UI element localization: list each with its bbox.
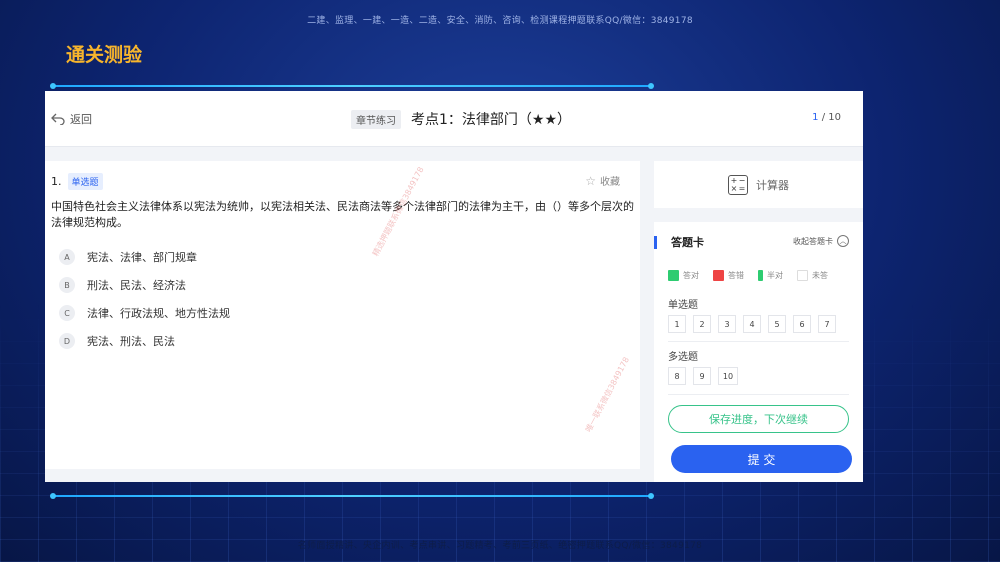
star-icon: ☆ (585, 173, 596, 188)
divider (668, 394, 849, 395)
answer-card: 答题卡 收起答题卡 ︿ 答对 答错 半对 未答 单选题 1 2 3 4 5 6 … (654, 222, 863, 482)
multi-choice-numbers: 8 9 10 (668, 367, 738, 385)
question-number: 1. (51, 175, 62, 188)
question-text: 中国特色社会主义法律体系以宪法为统帅，以宪法相关法、民法商法等多个法律部门的法律… (51, 200, 634, 229)
option-letter: C (59, 305, 75, 321)
section-title: 考点1：法律部门（★★） (411, 112, 572, 128)
watermark-text: 唯一联系微信3849178 (583, 355, 632, 434)
option-a[interactable]: A 宪法、法律、部门规章 (59, 243, 230, 271)
chapter-tag: 章节练习 (351, 109, 401, 129)
option-letter: D (59, 333, 75, 349)
back-label: 返回 (70, 113, 92, 126)
question-nav-button[interactable]: 2 (693, 315, 711, 333)
question-nav-button[interactable]: 5 (768, 315, 786, 333)
option-b[interactable]: B 刑法、民法、经济法 (59, 271, 230, 299)
decorative-line-top (50, 83, 654, 89)
question-nav-button[interactable]: 8 (668, 367, 686, 385)
swatch-unanswered (797, 270, 808, 281)
question-header: 1. 单选题 (51, 173, 103, 190)
legend-label: 答对 (683, 271, 699, 280)
question-nav-button[interactable]: 6 (793, 315, 811, 333)
option-c[interactable]: C 法律、行政法规、地方性法规 (59, 299, 230, 327)
header-bar: 返回 章节练习 考点1：法律部门（★★） 1 / 10 (45, 91, 863, 147)
calc-glyph: = (738, 183, 746, 193)
single-choice-label: 单选题 (668, 300, 698, 311)
calculator-icon: + − × = (728, 174, 748, 195)
calculator-button[interactable]: + − × = 计算器 (654, 161, 863, 208)
option-d[interactable]: D 宪法、刑法、民法 (59, 327, 230, 355)
bottom-banner: 名师面授精讲、央企内训、考点串讲、习题精考、考前三页纸、绝密押题联系QQ/微信：… (297, 541, 703, 551)
question-nav-button[interactable]: 7 (818, 315, 836, 333)
legend-label: 半对 (767, 271, 783, 280)
submit-button[interactable]: 提 交 (671, 445, 852, 473)
calculator-label: 计算器 (756, 178, 789, 192)
collapse-answer-card-button[interactable]: 收起答题卡 ︿ (793, 235, 849, 247)
quiz-panel: 返回 章节练习 考点1：法律部门（★★） 1 / 10 1. 单选题 ☆ 收藏 … (45, 91, 863, 482)
option-text: 宪法、刑法、民法 (87, 335, 175, 348)
option-letter: B (59, 277, 75, 293)
top-banner: 二建、监理、一建、一造、二造、安全、消防、咨询、检测课程押题联系QQ/微信：38… (307, 16, 693, 26)
question-nav-button[interactable]: 4 (743, 315, 761, 333)
legend-label: 未答 (812, 271, 828, 280)
question-card: 1. 单选题 ☆ 收藏 中国特色社会主义法律体系以宪法为统帅，以宪法相关法、民法… (45, 161, 640, 469)
option-text: 刑法、民法、经济法 (87, 279, 186, 292)
question-nav-button[interactable]: 1 (668, 315, 686, 333)
legend-unanswered: 未答 (797, 270, 828, 281)
title-area: 章节练习 考点1：法律部门（★★） (351, 109, 571, 129)
divider (668, 341, 849, 342)
favorite-button[interactable]: ☆ 收藏 (585, 173, 620, 189)
legend-label: 答错 (728, 271, 744, 280)
swatch-correct (668, 270, 679, 281)
collapse-label: 收起答题卡 (793, 236, 833, 246)
answer-legend: 答对 答错 半对 未答 (668, 270, 828, 281)
legend-wrong: 答错 (713, 270, 744, 281)
question-nav-button[interactable]: 9 (693, 367, 711, 385)
option-letter: A (59, 249, 75, 265)
chevron-up-icon: ︿ (837, 235, 849, 247)
option-text: 宪法、法律、部门规章 (87, 251, 197, 264)
multi-choice-label: 多选题 (668, 352, 698, 363)
swatch-half (758, 270, 763, 281)
options-list: A 宪法、法律、部门规章 B 刑法、民法、经济法 C 法律、行政法规、地方性法规… (59, 243, 230, 355)
question-type-badge: 单选题 (67, 173, 103, 190)
answer-card-title: 答题卡 (654, 236, 704, 249)
legend-correct: 答对 (668, 270, 699, 281)
favorite-label: 收藏 (600, 177, 620, 188)
single-choice-numbers: 1 2 3 4 5 6 7 (668, 315, 836, 333)
back-button[interactable]: 返回 (51, 111, 92, 127)
pager-total: / 10 (818, 112, 841, 123)
option-text: 法律、行政法规、地方性法规 (87, 307, 230, 320)
legend-half: 半对 (758, 270, 783, 281)
calc-glyph: × (730, 183, 738, 193)
page-heading: 通关测验 (66, 44, 143, 66)
swatch-wrong (713, 270, 724, 281)
question-nav-button[interactable]: 10 (718, 367, 738, 385)
save-progress-button[interactable]: 保存进度，下次继续 (668, 405, 849, 433)
back-arrow-icon (51, 113, 65, 125)
question-pager: 1 / 10 (812, 112, 841, 123)
question-nav-button[interactable]: 3 (718, 315, 736, 333)
decorative-line-bottom (50, 493, 654, 499)
